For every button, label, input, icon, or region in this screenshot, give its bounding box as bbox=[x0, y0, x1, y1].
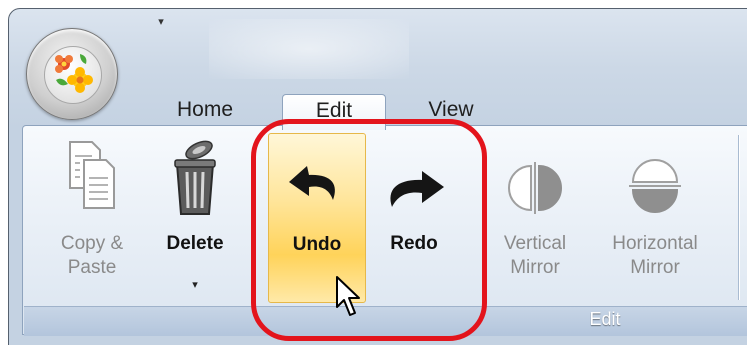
delete-button[interactable]: Delete ▾ bbox=[146, 136, 244, 302]
delete-label: Delete bbox=[166, 233, 224, 254]
horizontal-mirror-icon bbox=[629, 159, 681, 213]
vertical-mirror-icon bbox=[508, 162, 562, 214]
title-bar bbox=[9, 9, 747, 91]
vertical-mirror-label: Vertical Mirror bbox=[488, 232, 582, 280]
quick-access-dropdown[interactable]: ▾ bbox=[154, 15, 168, 29]
group-separator bbox=[738, 135, 739, 300]
delete-dropdown-caret[interactable]: ▾ bbox=[192, 278, 198, 291]
horizontal-mirror-button[interactable]: Horizontal Mirror bbox=[590, 136, 720, 302]
horizontal-mirror-label-line1: Horizontal bbox=[612, 233, 698, 254]
vertical-mirror-button[interactable]: Vertical Mirror bbox=[488, 136, 582, 302]
copy-paste-icon bbox=[69, 141, 115, 209]
mouse-cursor-icon bbox=[336, 276, 360, 316]
copy-paste-label: Copy & Paste bbox=[44, 232, 140, 280]
highlight-annotation-ring bbox=[251, 119, 487, 341]
copy-paste-label-line2: Paste bbox=[67, 257, 117, 278]
vertical-mirror-label-line1: Vertical bbox=[503, 233, 567, 254]
vertical-mirror-label-line2: Mirror bbox=[510, 257, 560, 278]
horizontal-mirror-label-line2: Mirror bbox=[630, 257, 680, 278]
flower-icon bbox=[55, 54, 93, 93]
trash-can-icon bbox=[174, 140, 216, 215]
group-label-edit: Edit bbox=[589, 309, 621, 329]
application-menu-button[interactable] bbox=[26, 28, 118, 120]
horizontal-mirror-label: Horizontal Mirror bbox=[590, 232, 720, 280]
copy-paste-label-line1: Copy & bbox=[60, 233, 124, 254]
copy-paste-button[interactable]: Copy & Paste bbox=[44, 136, 140, 302]
